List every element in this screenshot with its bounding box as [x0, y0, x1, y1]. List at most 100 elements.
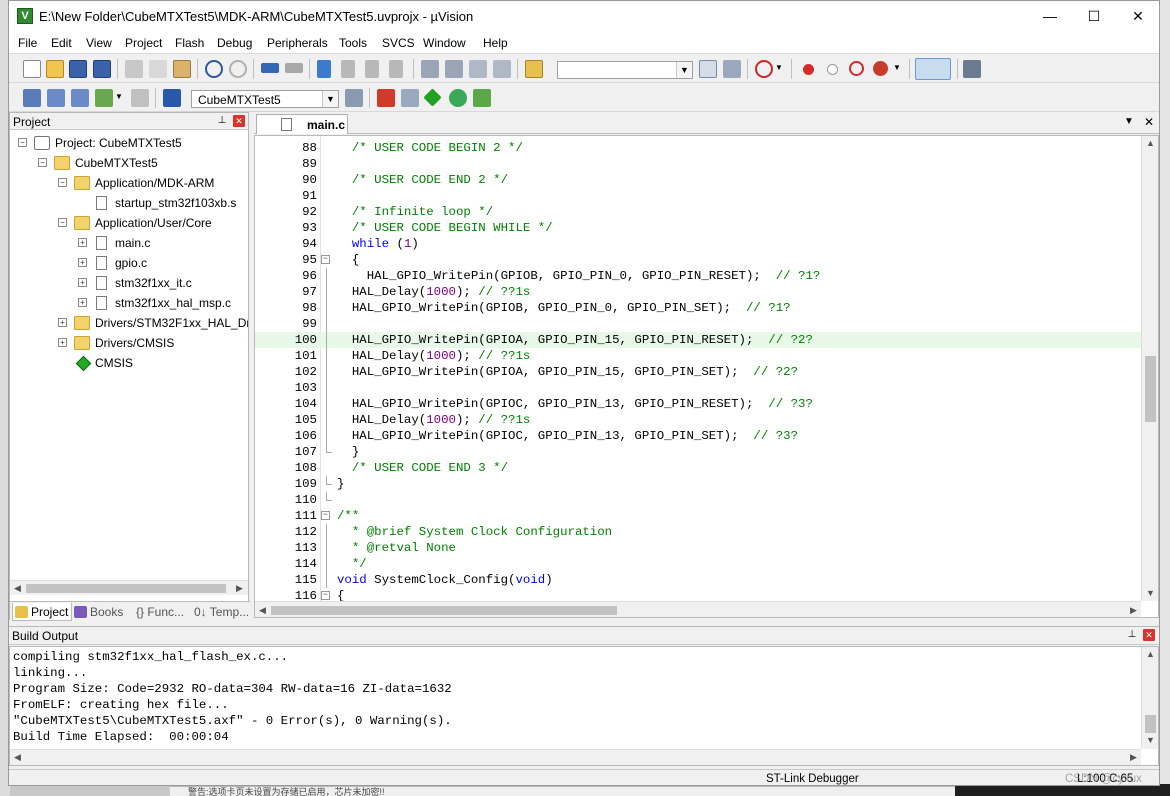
expand-toggle[interactable]: +: [78, 278, 87, 287]
code-line[interactable]: 90 /* USER CODE END 2 */: [255, 172, 1141, 188]
code-line[interactable]: 93 /* USER CODE BEGIN WHILE */: [255, 220, 1141, 236]
tree-item-target[interactable]: − CubeMTXTest5: [10, 153, 248, 173]
code-line[interactable]: 94 while (1): [255, 236, 1141, 252]
scroll-down-icon[interactable]: ▼: [1143, 733, 1158, 748]
unindent-icon[interactable]: [445, 60, 463, 78]
scroll-left-icon[interactable]: ◀: [10, 750, 25, 765]
build-output-vscrollbar[interactable]: ▲ ▼: [1141, 647, 1158, 749]
tree-item-group[interactable]: + Drivers/STM32F1xx_HAL_Driv: [10, 313, 248, 333]
tree-item-file[interactable]: + main.c: [10, 233, 248, 253]
tree-item-file[interactable]: startup_stm32f103xb.s: [10, 193, 248, 213]
code-line[interactable]: 98 HAL_GPIO_WritePin(GPIOB, GPIO_PIN_0, …: [255, 300, 1141, 316]
tree-item-group[interactable]: + Drivers/CMSIS: [10, 333, 248, 353]
code-line[interactable]: 91: [255, 188, 1141, 204]
file-extensions-icon[interactable]: [377, 89, 395, 107]
insert-breakpoint-icon[interactable]: [803, 64, 814, 75]
pin-icon[interactable]: ⊥: [216, 115, 228, 127]
cut-icon[interactable]: [125, 60, 143, 78]
window-layout-icon[interactable]: [915, 58, 951, 80]
menu-window[interactable]: Window: [423, 36, 466, 50]
build-output-hscrollbar[interactable]: ◀ ▶: [10, 749, 1141, 765]
scroll-left-icon[interactable]: ◀: [10, 581, 25, 596]
code-line[interactable]: 114 */: [255, 556, 1141, 572]
save-icon[interactable]: [69, 60, 87, 78]
indent-icon[interactable]: [421, 60, 439, 78]
editor-hscrollbar[interactable]: ◀ ▶: [255, 601, 1141, 617]
close-icon[interactable]: ✕: [233, 115, 245, 127]
tree-item-component[interactable]: CMSIS: [10, 353, 248, 373]
code-line[interactable]: 105 HAL_Delay(1000); // ??1s: [255, 412, 1141, 428]
menu-svcs[interactable]: SVCS: [382, 36, 415, 50]
tree-item-file[interactable]: + stm32f1xx_it.c: [10, 273, 248, 293]
chevron-down-icon[interactable]: ▼: [893, 64, 901, 72]
scroll-thumb[interactable]: [1145, 715, 1156, 733]
scroll-up-icon[interactable]: ▲: [1143, 136, 1158, 151]
menu-view[interactable]: View: [86, 36, 112, 50]
prev-bookmark-icon[interactable]: [341, 60, 355, 78]
disable-all-breakpoints-icon[interactable]: [849, 61, 864, 76]
menu-peripherals[interactable]: Peripherals: [267, 36, 328, 50]
code-editor[interactable]: 88 /* USER CODE BEGIN 2 */89 90 /* USER C…: [254, 135, 1159, 618]
scroll-up-icon[interactable]: ▲: [1143, 647, 1158, 662]
pin-icon[interactable]: ⊥: [1126, 629, 1138, 641]
minimize-button[interactable]: —: [1027, 1, 1073, 32]
menu-debug[interactable]: Debug: [217, 36, 252, 50]
scroll-down-icon[interactable]: ▼: [1143, 586, 1158, 601]
collapse-toggle[interactable]: −: [38, 158, 47, 167]
save-all-icon[interactable]: [93, 60, 111, 78]
menu-tools[interactable]: Tools: [339, 36, 367, 50]
expand-toggle[interactable]: +: [78, 238, 87, 247]
fold-toggle-icon[interactable]: −: [321, 591, 330, 600]
maximize-button[interactable]: ☐: [1071, 1, 1117, 32]
copy-icon[interactable]: [149, 60, 167, 78]
code-line[interactable]: 95− {: [255, 252, 1141, 268]
paste-icon[interactable]: [173, 60, 191, 78]
find-icon[interactable]: [699, 60, 717, 78]
close-icon[interactable]: ✕: [1143, 629, 1155, 641]
collapse-toggle[interactable]: −: [18, 138, 27, 147]
project-hscrollbar[interactable]: ◀ ▶: [10, 580, 248, 595]
editor-vscrollbar[interactable]: ▲ ▼: [1141, 136, 1158, 601]
chevron-down-icon[interactable]: ▼: [322, 91, 338, 107]
code-line[interactable]: 88 /* USER CODE BEGIN 2 */: [255, 140, 1141, 156]
code-line[interactable]: 113 * @retval None: [255, 540, 1141, 556]
scroll-thumb[interactable]: [1145, 356, 1156, 422]
find-combobox[interactable]: ▼: [557, 61, 693, 79]
configure-wrench-icon[interactable]: [963, 60, 981, 78]
collapse-toggle[interactable]: −: [58, 218, 67, 227]
scroll-right-icon[interactable]: ▶: [1126, 750, 1141, 765]
menu-flash[interactable]: Flash: [175, 36, 204, 50]
tree-item-file[interactable]: + gpio.c: [10, 253, 248, 273]
scroll-thumb[interactable]: [26, 584, 226, 593]
code-line[interactable]: 92 /* Infinite loop */: [255, 204, 1141, 220]
tab-templates[interactable]: 0↓ Temp...: [190, 603, 248, 621]
download-load-icon[interactable]: [163, 89, 181, 107]
chevron-down-icon[interactable]: ▼: [676, 62, 692, 78]
rebuild-icon[interactable]: [71, 89, 89, 107]
pack-installer-icon[interactable]: [473, 89, 491, 107]
code-line[interactable]: 89: [255, 156, 1141, 172]
collapse-toggle[interactable]: −: [58, 178, 67, 187]
menu-file[interactable]: File: [18, 36, 37, 50]
navigate-forward-icon[interactable]: [285, 63, 303, 73]
tree-item-group[interactable]: − Application/User/Core: [10, 213, 248, 233]
tree-item-file[interactable]: + stm32f1xx_hal_msp.c: [10, 293, 248, 313]
code-line[interactable]: 103: [255, 380, 1141, 396]
scroll-thumb[interactable]: [271, 606, 617, 615]
code-line[interactable]: 101 HAL_Delay(1000); // ??1s: [255, 348, 1141, 364]
code-line[interactable]: 106 HAL_GPIO_WritePin(GPIOC, GPIO_PIN_13…: [255, 428, 1141, 444]
code-line[interactable]: 99: [255, 316, 1141, 332]
target-select[interactable]: CubeMTXTest5 ▼: [191, 90, 339, 108]
tab-main-c[interactable]: main.c: [256, 114, 348, 134]
translate-icon[interactable]: [23, 89, 41, 107]
options-for-target-icon[interactable]: [345, 89, 363, 107]
next-bookmark-icon[interactable]: [365, 60, 379, 78]
menu-project[interactable]: Project: [125, 36, 162, 50]
expand-toggle[interactable]: +: [58, 338, 67, 347]
manage-run-time-environment-icon[interactable]: [423, 88, 442, 107]
code-line[interactable]: 111−/**: [255, 508, 1141, 524]
batch-build-icon[interactable]: [95, 89, 113, 107]
code-line[interactable]: 110: [255, 492, 1141, 508]
code-line[interactable]: 97 HAL_Delay(1000); // ??1s: [255, 284, 1141, 300]
code-line[interactable]: 102 HAL_GPIO_WritePin(GPIOA, GPIO_PIN_15…: [255, 364, 1141, 380]
